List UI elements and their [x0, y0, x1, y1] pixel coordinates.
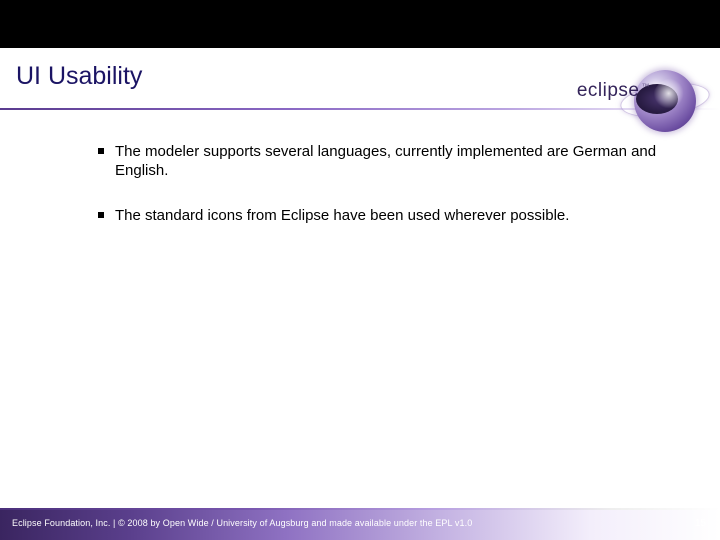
- bullet-text: The standard icons from Eclipse have bee…: [115, 206, 569, 225]
- logo-trademark: ™: [642, 82, 651, 91]
- bullet-item: The standard icons from Eclipse have bee…: [98, 206, 658, 225]
- logo-word: eclipse: [577, 80, 640, 101]
- slide-title: UI Usability: [16, 62, 142, 91]
- slide: UI Usability eclipse™ The modeler suppor…: [0, 0, 720, 540]
- bullet-text: The modeler supports several languages, …: [115, 142, 658, 180]
- bullet-item: The modeler supports several languages, …: [98, 142, 658, 180]
- slide-body: The modeler supports several languages, …: [98, 142, 658, 252]
- top-black-bar: [0, 0, 720, 48]
- logo-orb-highlight: [652, 78, 696, 122]
- logo-text: eclipse™: [577, 80, 650, 102]
- bullet-square-icon: [98, 148, 104, 154]
- footer: Eclipse Foundation, Inc. | © 2008 by Ope…: [0, 508, 720, 540]
- footer-page-number: 15: [695, 518, 706, 529]
- eclipse-logo: eclipse™: [554, 52, 714, 132]
- bullet-square-icon: [98, 212, 104, 218]
- footer-copyright: Eclipse Foundation, Inc. | © 2008 by Ope…: [12, 518, 472, 528]
